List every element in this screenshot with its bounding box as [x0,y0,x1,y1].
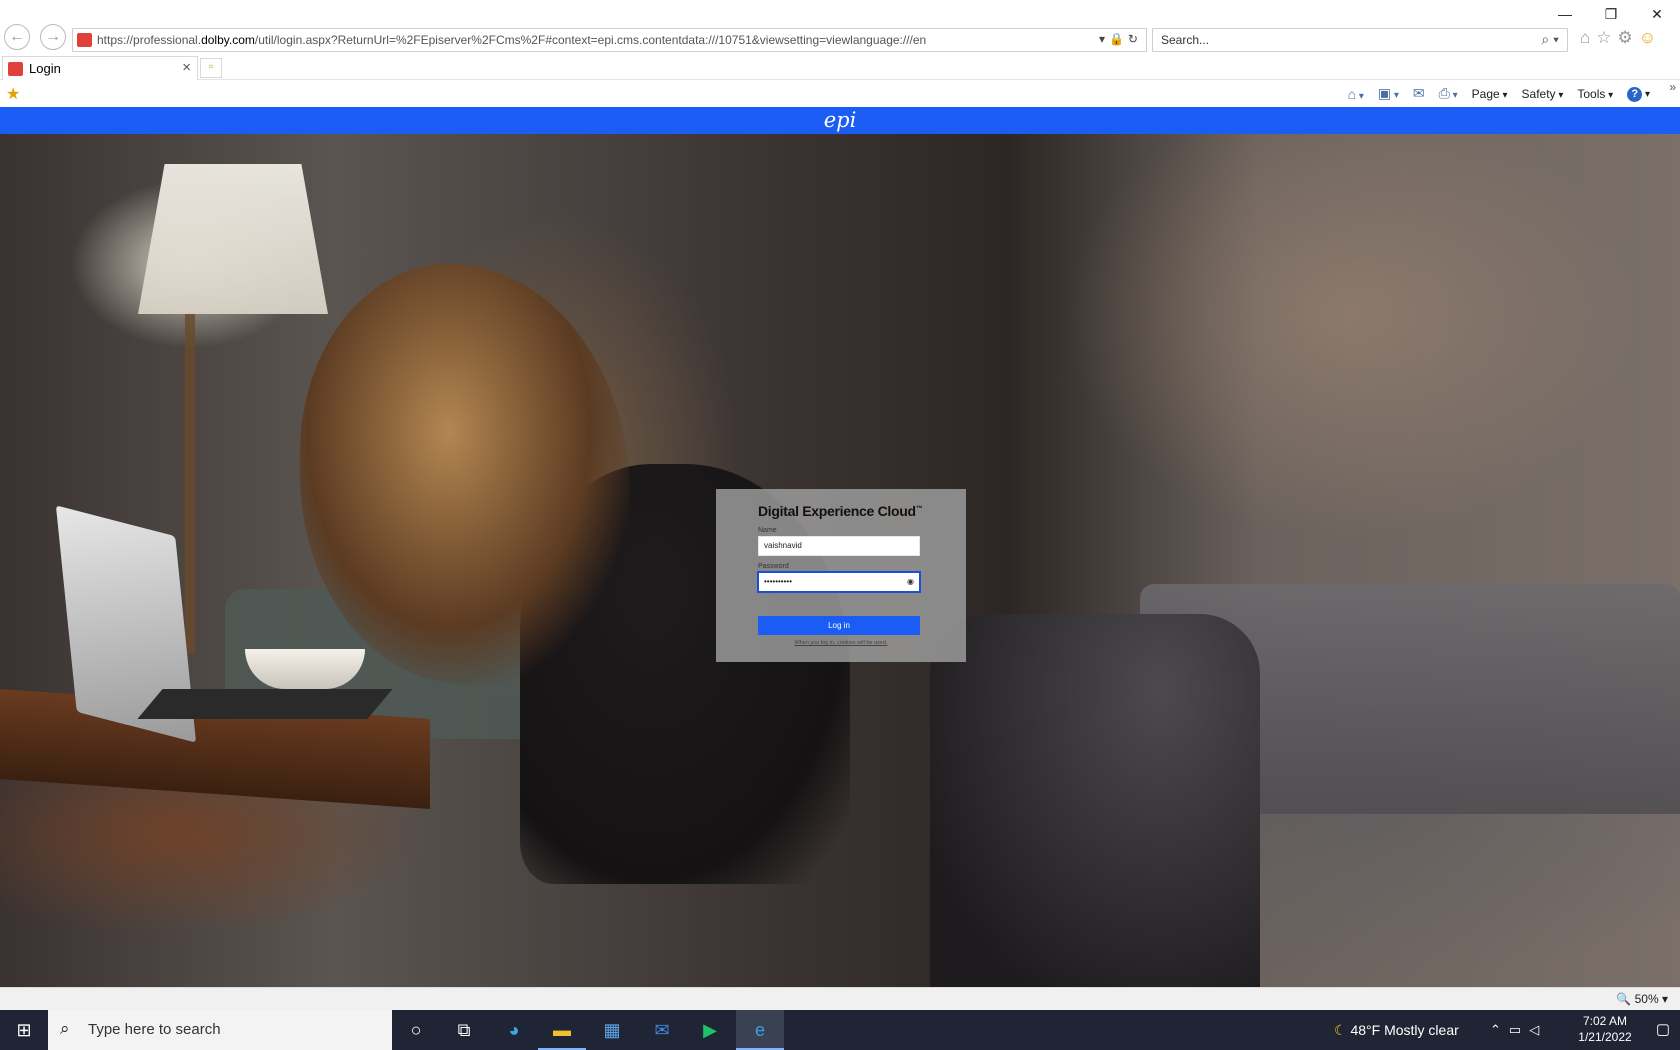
address-bar[interactable]: https://professional.dolby.com/util/logi… [72,28,1147,52]
favorites-icon[interactable]: ☆ [1596,28,1617,47]
search-icon[interactable]: ⌕ ▾ [1541,31,1559,48]
favorites-bar-star-icon[interactable]: ★ [6,84,20,104]
login-button[interactable]: Log in [758,616,920,635]
password-label: Password [758,563,789,570]
safety-menu[interactable]: Safety [1522,87,1564,101]
login-brand-title: Digital Experience Cloud™ [758,503,923,519]
browser-title-bar: ← → https://professional.dolby.com/util/… [0,0,1680,56]
tools-menu[interactable]: Tools [1577,87,1613,101]
back-button[interactable]: ← [4,24,30,50]
photo-laptop-base [137,689,393,719]
name-input[interactable]: vaishnavid [758,536,920,556]
window-controls: — ❐ ✕ [1542,0,1680,28]
volume-icon[interactable]: ◁ [1529,1022,1547,1037]
zoom-control[interactable]: 🔍 50% ▾ [1616,992,1668,1006]
task-view-icon[interactable]: ⧉ [440,1010,488,1050]
network-icon[interactable]: ▭ [1509,1022,1529,1037]
store-icon[interactable]: ▦ [588,1010,636,1050]
media-player-icon[interactable]: ▶ [686,1010,734,1050]
internet-explorer-icon[interactable]: e [736,1010,784,1050]
taskbar-search-box[interactable]: ⌕ Type here to search [48,1010,392,1050]
browser-right-icons: ⌂☆⚙☺ [1580,28,1662,48]
help-icon: ? [1627,86,1643,102]
feedback-smiley-icon[interactable]: ☺ [1639,28,1662,47]
weather-widget[interactable]: ☾ 48°F Mostly clear [1334,1010,1459,1050]
forward-button[interactable]: → [40,24,66,50]
weather-condition: Mostly clear [1384,1022,1459,1038]
search-placeholder: Search... [1161,33,1210,47]
page-content: epi Digital Experience Cloud™ Name vaish… [0,107,1680,987]
tab-favicon-icon [8,62,23,76]
status-bar: 🔍 50% ▾ [0,987,1680,1010]
name-label: Name [758,527,777,534]
cookie-note-link[interactable]: When you log in, cookies will be used. [716,640,966,646]
help-menu[interactable]: ? [1627,86,1650,102]
address-controls[interactable]: ▾🔒↻ [1099,32,1142,46]
settings-gear-icon[interactable]: ⚙ [1618,28,1639,47]
photo-chair [930,614,1260,987]
background-photo: Digital Experience Cloud™ Name vaishnavi… [0,134,1680,987]
weather-moon-icon: ☾ [1334,1022,1347,1038]
epi-header-bar: epi [0,107,1680,134]
feeds-icon[interactable]: ▣ [1378,85,1399,102]
command-bar: ★ ⌂ ▣ ✉ ⎙ Page Safety Tools ? » [0,80,1680,107]
password-value: •••••••••• [764,577,793,586]
system-tray: ⌃▭◁ [1490,1010,1547,1050]
epi-logo: epi [823,108,857,132]
clock-time: 7:02 AM [1582,1014,1628,1028]
clock-date: 1/21/2022 [1578,1030,1632,1044]
overflow-chevron-icon[interactable]: » [1669,80,1676,94]
mail-icon[interactable]: ✉ [1413,85,1425,102]
page-menu[interactable]: Page [1472,87,1508,101]
home-command-icon[interactable]: ⌂ [1348,86,1364,102]
login-panel: Digital Experience Cloud™ Name vaishnavi… [716,489,966,662]
site-favicon-icon [77,33,92,47]
photo-woman-hair [300,264,630,684]
photo-lamp-shade [138,164,328,314]
password-input[interactable]: •••••••••• ◉ [757,571,921,593]
browser-search-box[interactable]: Search... ⌕ ▾ [1152,28,1568,52]
mail-app-icon[interactable]: ✉ [638,1010,686,1050]
home-icon[interactable]: ⌂ [1580,28,1596,47]
photo-lamp-pole [185,314,195,654]
tab-close-icon[interactable]: × [182,59,191,76]
minimize-icon[interactable]: — [1542,0,1588,28]
show-password-eye-icon[interactable]: ◉ [907,573,914,591]
new-tab-button[interactable]: ▫ [200,58,222,78]
close-icon[interactable]: ✕ [1634,0,1680,28]
taskbar-clock[interactable]: 7:02 AM 1/21/2022 [1565,1013,1645,1045]
taskbar-search-placeholder: Type here to search [88,1021,221,1038]
start-button[interactable]: ⊞ [0,1010,48,1050]
edge-browser-icon[interactable]: ◕ [490,1010,538,1050]
taskbar-search-icon: ⌕ [60,1019,70,1038]
cortana-icon[interactable]: ○ [392,1010,440,1050]
tab-row: Login × ▫ [0,56,1680,80]
zoom-level: 50% [1634,992,1659,1006]
windows-taskbar: ⊞ ⌕ Type here to search ○ ⧉ ◕ ▬ ▦ ✉ ▶ e … [0,1010,1680,1050]
file-explorer-icon[interactable]: ▬ [538,1010,586,1050]
tray-chevron-icon[interactable]: ⌃ [1490,1022,1509,1037]
restore-icon[interactable]: ❐ [1588,0,1634,28]
address-url: https://professional.dolby.com/util/logi… [97,33,927,47]
notifications-icon[interactable]: ▢ [1656,1020,1670,1038]
tab-title: Login [29,61,61,76]
print-icon[interactable]: ⎙ [1439,85,1458,102]
weather-temp: 48°F [1350,1022,1381,1038]
tab-login[interactable]: Login × [2,56,198,80]
